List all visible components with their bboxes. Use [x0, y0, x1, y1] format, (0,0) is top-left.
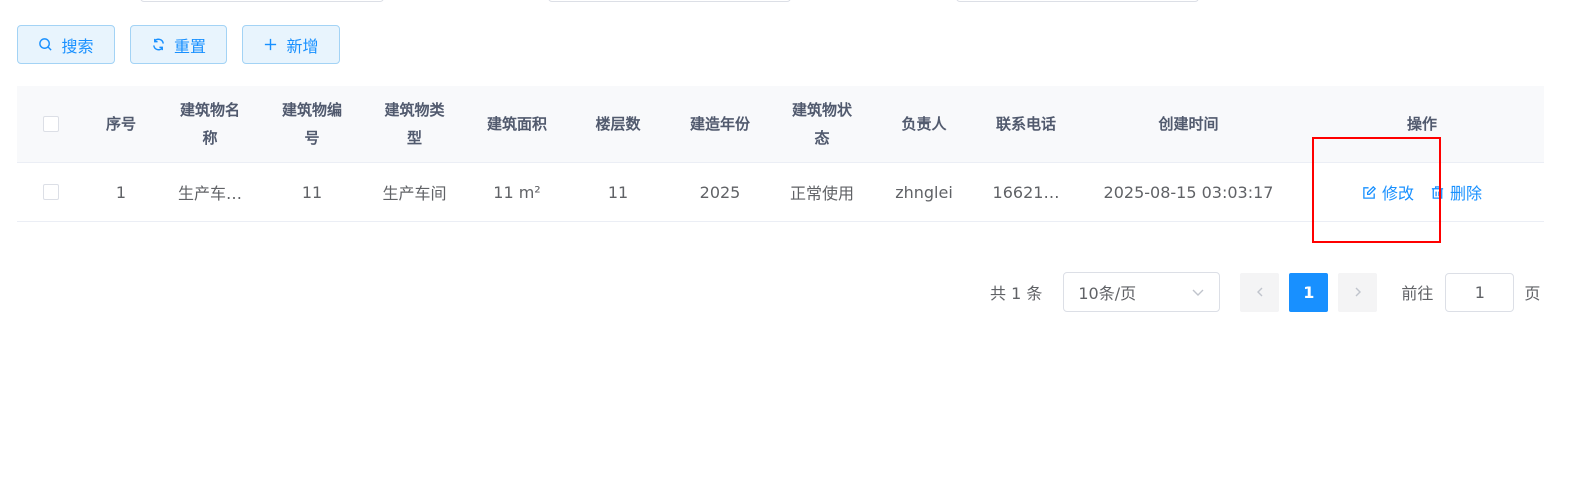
- cell-actions: 修改 删除: [1300, 163, 1544, 221]
- page-size-select[interactable]: 10条/页: [1063, 272, 1221, 312]
- filter-input-2[interactable]: [548, 0, 791, 2]
- filter-input-3[interactable]: [956, 0, 1199, 2]
- add-button-label: 新增: [286, 36, 319, 56]
- edit-button[interactable]: 修改: [1362, 180, 1414, 204]
- cell-status: 正常使用: [789, 184, 854, 203]
- page-number-current[interactable]: 1: [1289, 272, 1329, 312]
- search-button[interactable]: 搜索: [17, 25, 115, 64]
- header-code: 建筑物编号: [281, 101, 342, 147]
- edit-button-label: 修改: [1381, 184, 1414, 203]
- plus-icon: [265, 38, 277, 51]
- cell-created: 2025-08-15 03:03:17: [1103, 182, 1274, 202]
- header-created: 创建时间: [1158, 115, 1219, 133]
- header-index: 序号: [105, 115, 136, 133]
- page-size-value: 10条/页: [1078, 284, 1137, 303]
- header-area: 建筑面积: [486, 115, 547, 133]
- header-name: 建筑物名称: [179, 101, 240, 147]
- goto-label: 前往: [1401, 284, 1434, 303]
- cell-phone: 16621…: [992, 182, 1060, 202]
- search-button-label: 搜索: [61, 36, 94, 56]
- goto-page-input[interactable]: [1445, 272, 1515, 312]
- filter-input-1[interactable]: [140, 0, 384, 2]
- trash-icon: [1431, 185, 1444, 199]
- add-button[interactable]: 新增: [242, 25, 340, 64]
- header-owner: 负责人: [901, 115, 947, 133]
- goto-unit: 页: [1524, 284, 1541, 303]
- delete-button-label: 删除: [1450, 184, 1483, 203]
- header-year: 建造年份: [689, 115, 750, 133]
- cell-floors: 11: [607, 182, 629, 202]
- reset-button[interactable]: 重置: [130, 25, 227, 64]
- filter-inputs-row: [0, 0, 1596, 2]
- header-status: 建筑物状态: [791, 101, 852, 147]
- header-actions: 操作: [1406, 115, 1437, 133]
- refresh-icon: [153, 38, 164, 51]
- cell-area: 11 m²: [493, 182, 541, 202]
- buildings-table: 序号 建筑物名称 建筑物编号 建筑物类型 建筑面积 楼层数 建造年份 建筑物状态…: [17, 86, 1544, 222]
- chevron-right-icon: [1355, 287, 1361, 297]
- cell-index: 1: [115, 182, 127, 202]
- cell-code: 11: [301, 182, 323, 202]
- table-row[interactable]: 1 生产车… 11 生产车间 11 m² 11 2025 正常使用 zhngle…: [17, 163, 1544, 222]
- cell-name: 生产车…: [177, 184, 242, 203]
- pagination: 共 1 条 10条/页 1 前往 页: [990, 272, 1540, 312]
- header-select-all-cell: [17, 86, 84, 162]
- header-type: 建筑物类型: [384, 101, 445, 147]
- header-floors: 楼层数: [595, 115, 641, 133]
- search-icon: [39, 38, 53, 51]
- table-header: 序号 建筑物名称 建筑物编号 建筑物类型 建筑面积 楼层数 建造年份 建筑物状态…: [17, 86, 1544, 163]
- header-phone: 联系电话: [995, 115, 1056, 133]
- pagination-total: 共 1 条: [990, 284, 1043, 303]
- chevron-down-icon: [1192, 289, 1204, 296]
- select-all-checkbox[interactable]: [42, 116, 59, 132]
- delete-button[interactable]: 删除: [1430, 180, 1482, 204]
- row-select-cell: [17, 163, 84, 221]
- reset-button-label: 重置: [173, 36, 206, 56]
- cell-type: 生产车间: [382, 184, 447, 203]
- toolbar: 搜索 重置 新增: [17, 25, 340, 64]
- prev-page-button[interactable]: [1240, 272, 1280, 312]
- edit-icon: [1363, 185, 1377, 199]
- chevron-left-icon: [1256, 287, 1263, 297]
- next-page-button[interactable]: [1338, 272, 1378, 312]
- cell-year: 2025: [699, 182, 741, 202]
- row-checkbox[interactable]: [42, 184, 59, 200]
- cell-owner: zhnglei: [895, 182, 953, 202]
